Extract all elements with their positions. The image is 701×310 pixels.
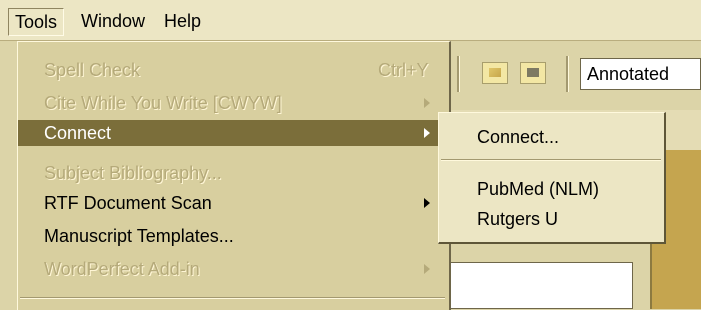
submenu-arrow-icon	[424, 128, 430, 138]
reference-list-pane[interactable]	[448, 262, 633, 309]
menu-item-spell-check[interactable]: Spell Check Ctrl+Y	[18, 57, 447, 83]
menu-tools[interactable]: Tools	[8, 8, 65, 36]
submenu-arrow-icon	[424, 98, 430, 108]
submenu-item-connect[interactable]: Connect...	[439, 123, 663, 151]
menu-item-manuscript-templates[interactable]: Manuscript Templates...	[18, 223, 447, 249]
toolbar-separator	[457, 56, 460, 92]
menu-item-subject-bibliography[interactable]: Subject Bibliography...	[18, 160, 447, 186]
submenu-arrow-icon	[424, 198, 430, 208]
submenu-item-label: Connect...	[477, 127, 560, 147]
menu-bar: Tools Window Help	[0, 0, 701, 41]
menu-item-label: Manuscript Templates...	[44, 226, 234, 246]
submenu-separator	[441, 159, 661, 161]
accelerator-label: Ctrl+Y	[378, 60, 429, 80]
output-style-combo[interactable]: Annotated	[580, 58, 701, 90]
submenu-item-label: PubMed (NLM)	[477, 179, 600, 199]
menu-item-label: Cite While You Write [CWYW]	[44, 93, 282, 113]
frame-icon[interactable]	[520, 62, 546, 84]
menu-separator	[20, 297, 445, 299]
toolbar-separator	[566, 56, 569, 92]
menu-help[interactable]: Help	[158, 8, 207, 34]
menu-item-wordperfect-add-in[interactable]: WordPerfect Add-in	[18, 256, 447, 282]
menu-item-label: WordPerfect Add-in	[44, 259, 200, 279]
menu-item-label: RTF Document Scan	[44, 193, 212, 213]
menu-item-cite-while-you-write[interactable]: Cite While You Write [CWYW]	[18, 90, 447, 116]
menu-item-label: Connect	[44, 123, 112, 143]
submenu-item-pubmed[interactable]: PubMed (NLM)	[439, 175, 663, 203]
submenu-item-rutgers[interactable]: Rutgers U	[439, 205, 663, 233]
menu-window[interactable]: Window	[75, 8, 151, 34]
menu-item-label: Spell Check	[44, 60, 141, 80]
menu-item-connect[interactable]: Connect	[18, 120, 447, 146]
image-icon[interactable]	[482, 62, 508, 84]
menu-item-label: Subject Bibliography...	[44, 163, 222, 183]
connect-submenu: Connect... PubMed (NLM) Rutgers U	[438, 112, 666, 244]
submenu-item-label: Rutgers U	[477, 209, 559, 229]
menu-item-rtf-document-scan[interactable]: RTF Document Scan	[18, 190, 447, 216]
submenu-arrow-icon	[424, 264, 430, 274]
tools-menu: Spell Check Ctrl+Y Cite While You Write …	[17, 41, 451, 310]
